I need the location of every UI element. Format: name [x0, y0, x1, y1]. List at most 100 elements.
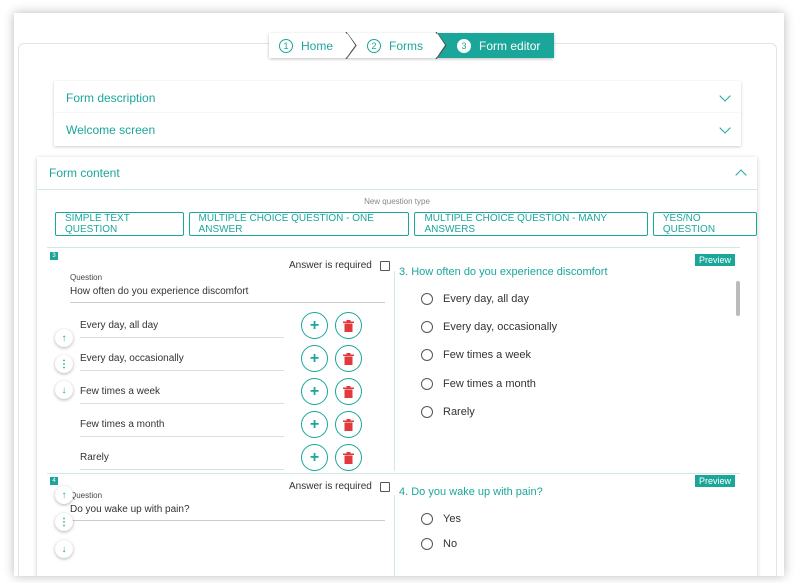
step-number: 3: [457, 38, 472, 53]
drag-handle-icon: ⋮: [59, 516, 69, 528]
breadcrumb-label: Form editor: [479, 38, 541, 53]
simple-text-question-button[interactable]: SIMPLE TEXT QUESTION: [55, 212, 184, 236]
answer-required-toggle[interactable]: Answer is required: [289, 260, 390, 271]
chevron-right-icon: [347, 33, 356, 57]
breadcrumb-forms[interactable]: 2 Forms: [347, 32, 447, 59]
radio-button[interactable]: [421, 349, 433, 361]
answer-input[interactable]: Every day, all day: [80, 320, 284, 338]
form-content-header[interactable]: Form content: [37, 157, 757, 190]
preview-option[interactable]: Few times a week: [421, 349, 531, 361]
drag-handle-icon: ⋮: [59, 358, 69, 370]
multiple-choice-many-answers-button[interactable]: MULTIPLE CHOICE QUESTION - MANY ANSWERS: [414, 212, 648, 236]
arrow-down-icon: ↓: [61, 384, 67, 396]
radio-button[interactable]: [421, 406, 433, 418]
question-number-badge: 4: [50, 477, 58, 485]
preview-option[interactable]: No: [421, 538, 457, 550]
preview-divider: [394, 495, 395, 576]
question-label: Question: [70, 273, 103, 282]
add-answer-button[interactable]: +: [301, 444, 328, 471]
breadcrumb-label: Forms: [389, 38, 424, 53]
delete-answer-button[interactable]: [335, 411, 362, 438]
preview-divider: [394, 271, 395, 471]
option-label: Rarely: [443, 406, 475, 418]
option-label: Every day, all day: [443, 293, 530, 305]
drag-handle-button[interactable]: ⋮: [55, 355, 73, 373]
section-title: Form description: [66, 90, 156, 105]
plus-icon: +: [309, 382, 320, 400]
arrow-down-icon: ↓: [61, 543, 67, 555]
question-label: Question: [70, 491, 103, 500]
preview-option[interactable]: Rarely: [421, 406, 475, 418]
preview-question-title: 4. Do you wake up with pain?: [399, 486, 543, 498]
question-text-input[interactable]: Do you wake up with pain?: [70, 500, 385, 521]
required-label: Answer is required: [289, 260, 372, 271]
trash-icon: [343, 319, 354, 332]
breadcrumb: 1 Home 2 Forms 3 Form editor: [269, 32, 555, 59]
breadcrumb-form-editor[interactable]: 3 Form editor: [437, 33, 555, 58]
question-block-3: 3 Answer is required Question How often …: [47, 247, 740, 473]
trash-icon: [343, 418, 354, 431]
answer-input[interactable]: Rarely: [80, 452, 284, 470]
question-block-4: 4 Answer is required Question Do you wak…: [47, 473, 740, 576]
radio-button[interactable]: [421, 321, 433, 333]
chevron-down-icon[interactable]: [719, 121, 731, 134]
app-window: 1 Home 2 Forms 3 Form editor Form descri…: [14, 13, 784, 576]
answer-input[interactable]: Every day, occasionally: [80, 353, 284, 371]
trash-icon: [343, 385, 354, 398]
preview-option[interactable]: Every day, occasionally: [421, 321, 557, 333]
welcome-screen-section[interactable]: Welcome screen: [54, 113, 741, 146]
preview-option[interactable]: Every day, all day: [421, 293, 529, 305]
multiple-choice-one-answer-button[interactable]: MULTIPLE CHOICE QUESTION - ONE ANSWER: [188, 212, 410, 236]
move-down-button[interactable]: ↓: [55, 540, 73, 558]
plus-icon: +: [309, 415, 320, 433]
breadcrumb-label: Home: [301, 38, 334, 53]
answer-input[interactable]: Few times a month: [80, 419, 284, 437]
preview-question-title: 3. How often do you experience discomfor…: [399, 266, 608, 278]
add-answer-button[interactable]: +: [301, 345, 328, 372]
preview-option[interactable]: Few times a month: [421, 378, 536, 390]
add-answer-button[interactable]: +: [301, 411, 328, 438]
move-up-button[interactable]: ↑: [55, 329, 73, 347]
arrow-up-icon: ↑: [61, 489, 67, 501]
option-label: Few times a month: [443, 378, 536, 390]
preview-option[interactable]: Yes: [421, 513, 461, 525]
chevron-up-icon[interactable]: [735, 169, 747, 181]
arrow-up-icon: ↑: [61, 332, 67, 344]
required-checkbox[interactable]: [379, 260, 390, 271]
new-question-type-label: New question type: [364, 197, 430, 206]
required-checkbox[interactable]: [379, 481, 390, 492]
yes-no-question-button[interactable]: YES/NO QUESTION: [652, 212, 757, 236]
preview-scrollbar[interactable]: [736, 281, 740, 316]
question-type-buttons: SIMPLE TEXT QUESTION MULTIPLE CHOICE QUE…: [55, 212, 757, 236]
section-title: Welcome screen: [66, 122, 156, 137]
chevron-down-icon[interactable]: [719, 89, 731, 102]
delete-answer-button[interactable]: [335, 378, 362, 405]
radio-button[interactable]: [421, 538, 433, 550]
option-label: Every day, occasionally: [443, 321, 558, 333]
answer-input[interactable]: Few times a week: [80, 386, 284, 404]
radio-button[interactable]: [421, 513, 433, 525]
question-text-input[interactable]: How often do you experience discomfort: [70, 282, 385, 303]
preview-badge: Preview: [695, 254, 736, 266]
trash-icon: [343, 451, 354, 464]
section-title: Form content: [49, 166, 120, 180]
delete-answer-button[interactable]: [335, 345, 362, 372]
move-up-button[interactable]: ↑: [55, 486, 73, 504]
add-answer-button[interactable]: +: [301, 378, 328, 405]
option-label: Yes: [443, 513, 461, 525]
drag-handle-button[interactable]: ⋮: [55, 513, 73, 531]
option-label: Few times a week: [443, 349, 532, 361]
move-down-button[interactable]: ↓: [55, 381, 73, 399]
delete-answer-button[interactable]: [335, 444, 362, 471]
delete-answer-button[interactable]: [335, 312, 362, 339]
add-answer-button[interactable]: +: [301, 312, 328, 339]
form-description-section[interactable]: Form description: [54, 81, 741, 114]
preview-badge: Preview: [695, 475, 736, 487]
radio-button[interactable]: [421, 293, 433, 305]
form-content-section: Form content New question type SIMPLE TE…: [37, 157, 757, 576]
option-label: No: [443, 538, 458, 550]
breadcrumb-home[interactable]: 1 Home: [269, 32, 357, 59]
step-number: 2: [367, 38, 382, 53]
step-number: 1: [279, 38, 293, 53]
radio-button[interactable]: [421, 378, 433, 390]
